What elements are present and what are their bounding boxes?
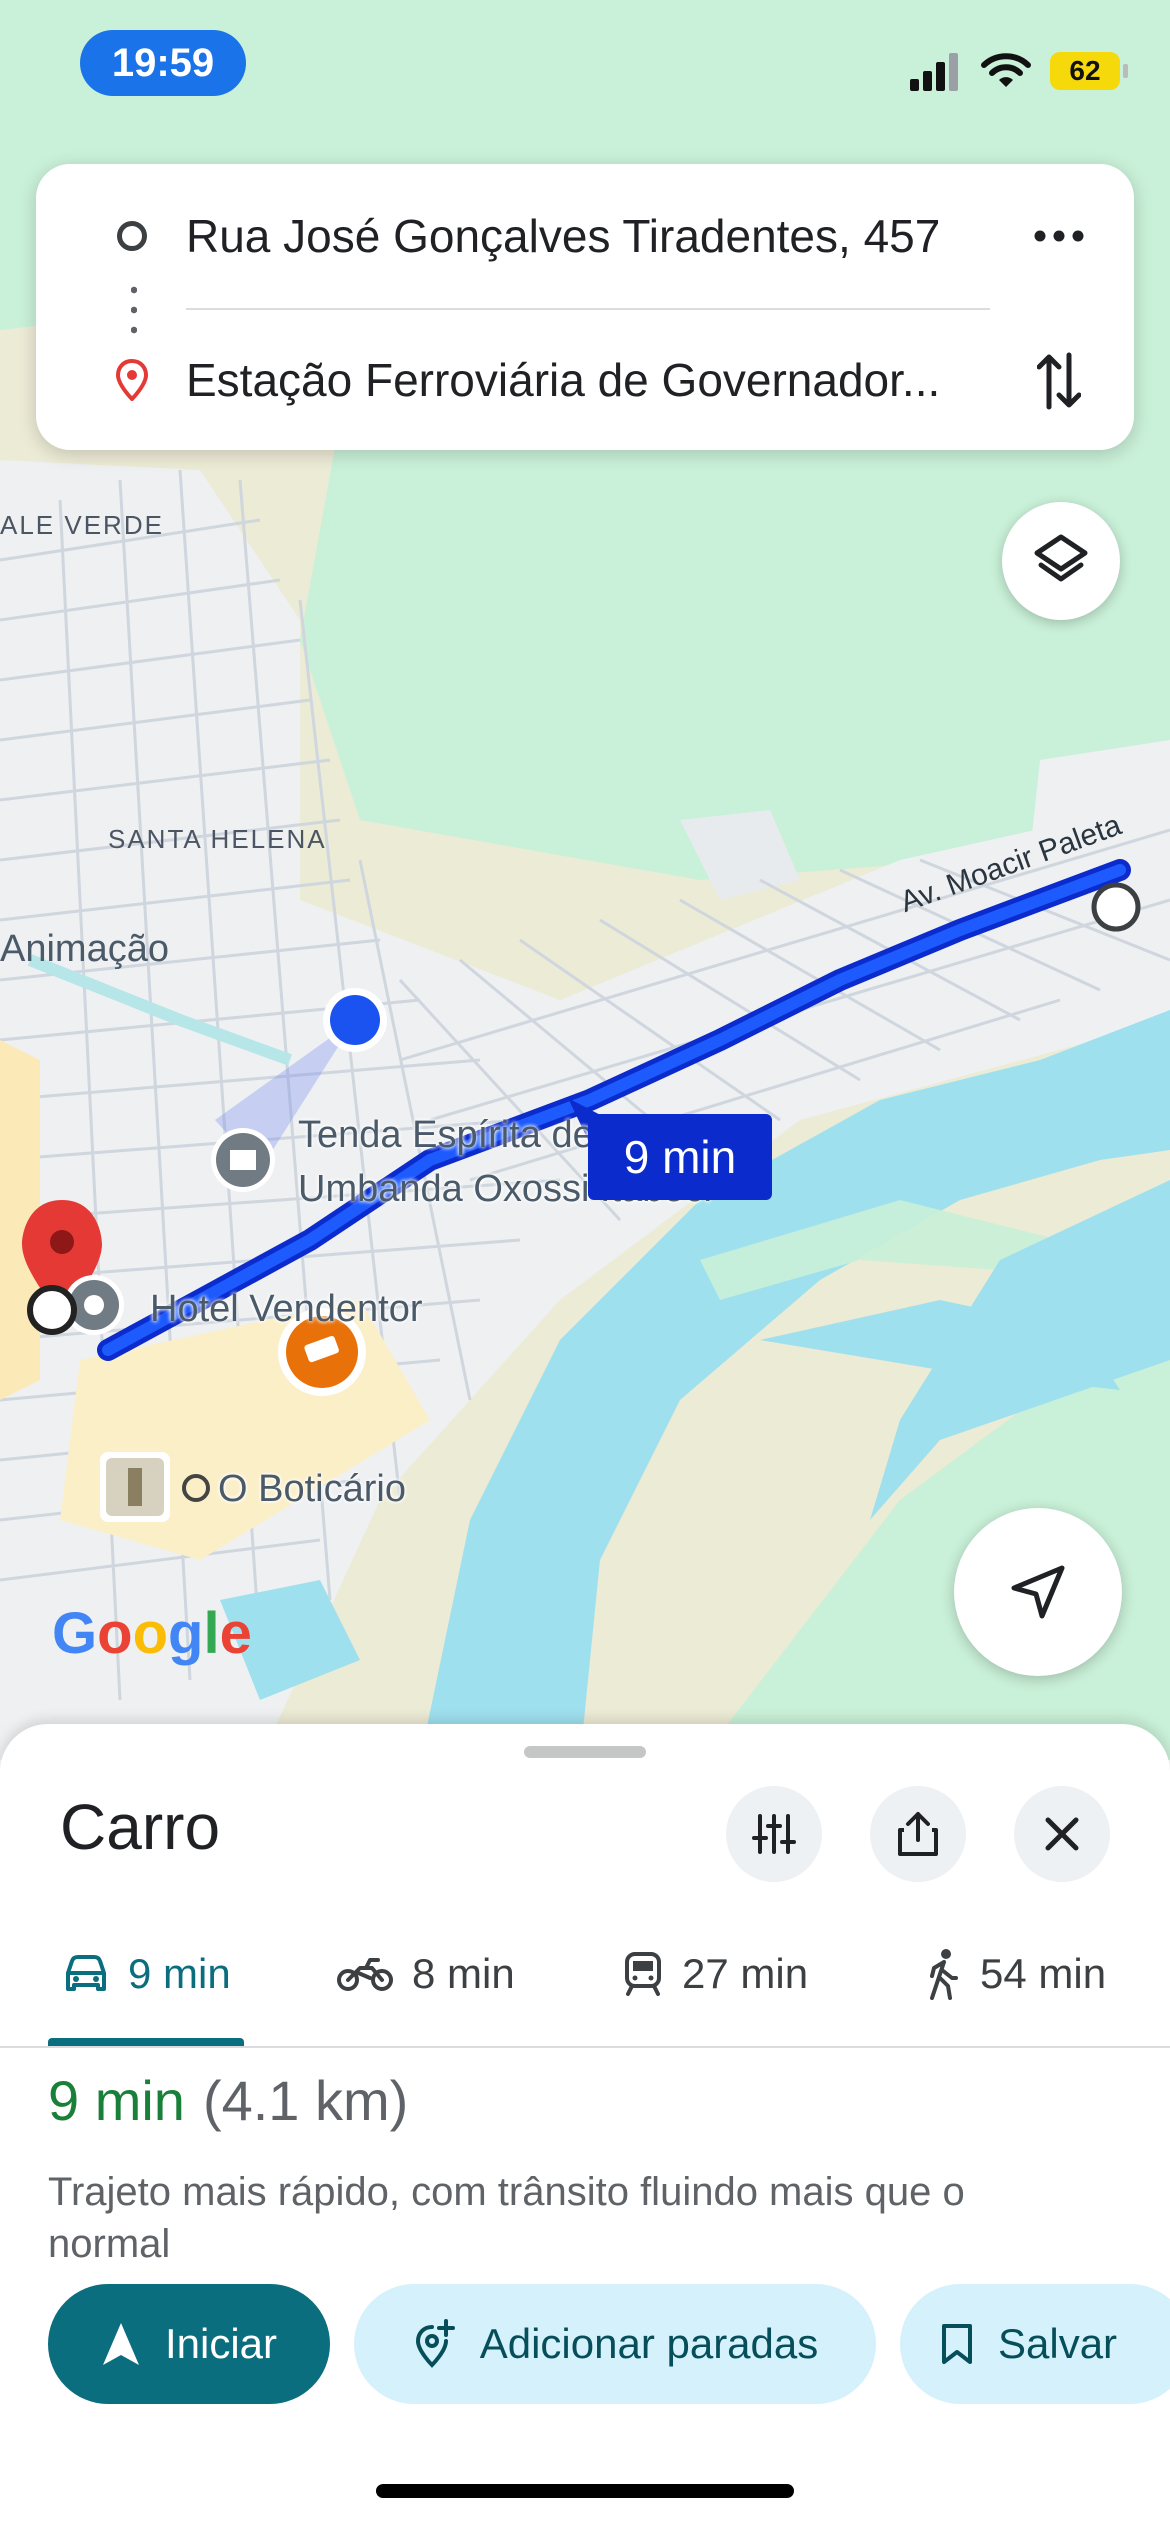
origin-row[interactable]: Rua José Gonçalves Tiradentes, 457 (0, 186, 1170, 286)
car-icon (66, 1955, 106, 1991)
motorcycle-icon (337, 1958, 393, 1991)
navigation-arrow-icon (1011, 1565, 1065, 1619)
layers-icon (1034, 534, 1088, 582)
add-stops-label: Adicionar paradas (479, 2320, 819, 2367)
card-divider (186, 308, 990, 310)
tab-car[interactable]: 9 min (62, 1924, 231, 2024)
directions-sheet: Carro 9 min 8 min 27 min 54 min 9 min (4… (0, 1724, 1170, 2532)
map-label-neighborhood: SANTA HELENA (108, 824, 327, 854)
add-location-icon (415, 2319, 455, 2368)
tab-transit-label: 27 min (682, 1950, 809, 1997)
map-label-place[interactable]: Animação (0, 928, 169, 971)
close-icon (1045, 1817, 1079, 1851)
share-button[interactable] (870, 1786, 966, 1882)
transit-icon (625, 1952, 661, 1996)
home-indicator[interactable] (376, 2484, 794, 2498)
origin-input[interactable]: Rua José Gonçalves Tiradentes, 457 (186, 209, 940, 263)
active-tab-indicator (48, 2038, 244, 2046)
bookmark-icon (942, 2324, 972, 2364)
status-icons: 62 (908, 46, 1128, 96)
recenter-button[interactable] (954, 1508, 1122, 1676)
tab-car-label: 9 min (128, 1950, 231, 1997)
route-distance: (4.1 km) (202, 2069, 409, 2132)
tabs-divider (0, 2046, 1170, 2048)
walk-icon (930, 1949, 958, 2000)
save-button-label: Salvar (998, 2320, 1118, 2367)
destination-input[interactable]: Estação Ferroviária de Governador... (186, 353, 940, 407)
route-description: Trajeto mais rápido, com trânsito fluind… (48, 2170, 965, 2266)
tab-walk-label: 54 min (980, 1950, 1107, 1997)
google-logo: Google (52, 1601, 252, 1666)
wifi-icon (981, 53, 1031, 87)
tab-motorcycle-label: 8 min (412, 1950, 515, 1997)
navigation-icon (102, 2323, 139, 2365)
route-eta-time: 9 min (48, 2069, 185, 2132)
close-button[interactable] (1014, 1786, 1110, 1882)
more-horizontal-icon (1034, 230, 1084, 242)
sheet-drag-handle[interactable] (524, 1746, 646, 1758)
map-label-neighborhood: ALE VERDE (0, 510, 164, 540)
map-layers-button[interactable] (1002, 502, 1120, 620)
swap-directions-button[interactable] (1024, 346, 1094, 416)
destination-pin-icon (112, 359, 152, 401)
tab-transit[interactable]: 27 min (622, 1924, 808, 2024)
route-options-button[interactable] (726, 1786, 822, 1882)
signal-icon (910, 53, 958, 91)
tab-walk[interactable]: 54 min (926, 1924, 1106, 2024)
origin-circle-icon (112, 216, 152, 256)
route-summary: 9 min (4.1 km) (48, 2068, 408, 2133)
status-time: 19:59 (80, 30, 246, 96)
tab-motorcycle[interactable]: 8 min (336, 1924, 515, 2024)
start-button-label: Iniciar (164, 2320, 278, 2367)
more-options-button[interactable] (1024, 206, 1094, 266)
route-eta-bubble[interactable]: 9 min (588, 1114, 772, 1200)
destination-row[interactable]: Estação Ferroviária de Governador... (0, 330, 1170, 430)
poi-hotel-label[interactable]: Hotel Vendentor (150, 1282, 423, 1336)
swap-vertical-icon (1037, 352, 1081, 410)
tune-icon (752, 1814, 796, 1854)
save-button[interactable]: Salvar (900, 2284, 1170, 2404)
battery-icon: 62 (1050, 52, 1128, 90)
poi-boticario-label[interactable]: O Boticário (218, 1462, 406, 1516)
add-stops-button[interactable]: Adicionar paradas (354, 2284, 876, 2404)
start-navigation-button[interactable]: Iniciar (48, 2284, 330, 2404)
share-icon (898, 1812, 938, 1856)
sheet-title: Carro (60, 1791, 221, 1863)
